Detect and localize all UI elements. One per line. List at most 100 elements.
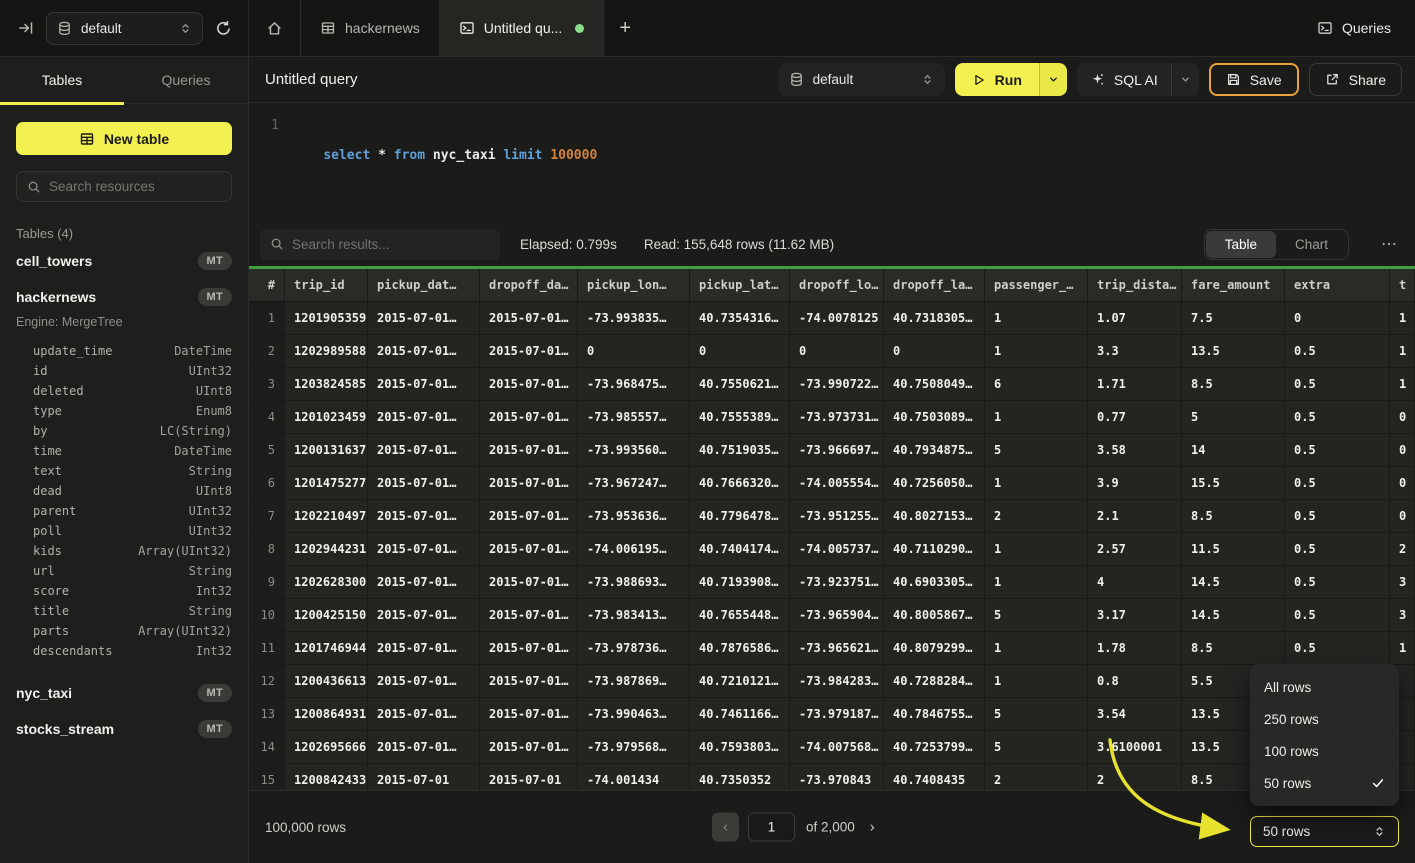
cell[interactable]: -73.979568… [578, 731, 690, 764]
cell[interactable]: 1203824585 [285, 368, 368, 401]
cell[interactable]: 40.7408435 [884, 764, 985, 790]
cell[interactable]: 2.1 [1088, 500, 1182, 533]
cell[interactable]: 0 [1285, 302, 1390, 335]
cell[interactable]: -74.006195… [578, 533, 690, 566]
cell[interactable]: 40.7666320… [690, 467, 790, 500]
new-table-button[interactable]: New table [16, 122, 232, 155]
cell[interactable]: -73.966697… [790, 434, 884, 467]
cell[interactable]: 2015-07-01 [480, 764, 578, 790]
page-number-input[interactable] [748, 813, 795, 842]
cell[interactable]: -73.951255… [790, 500, 884, 533]
tab-home[interactable] [249, 0, 301, 56]
cell[interactable]: 40.8079299… [884, 632, 985, 665]
cell[interactable]: 2 [985, 500, 1088, 533]
cell[interactable]: 1 [1390, 302, 1415, 335]
cell[interactable]: 2015-07-01… [480, 533, 578, 566]
cell[interactable]: 40.7508049… [884, 368, 985, 401]
cell[interactable]: -74.001434 [578, 764, 690, 790]
tab-hackernews[interactable]: hackernews [301, 0, 440, 56]
cell[interactable]: 8.5 [1182, 500, 1285, 533]
cell[interactable]: 1201023459 [285, 401, 368, 434]
cell[interactable]: 1 [985, 566, 1088, 599]
col-header-pickup-date[interactable]: pickup_dat… [368, 269, 480, 302]
cell[interactable]: 1.78 [1088, 632, 1182, 665]
cell[interactable]: 2015-07-01… [368, 665, 480, 698]
cell[interactable]: 3 [1390, 566, 1415, 599]
queries-button[interactable]: Queries [1317, 0, 1415, 56]
cell[interactable]: -73.993560… [578, 434, 690, 467]
resource-search[interactable] [16, 171, 232, 202]
cell[interactable]: 40.7503089… [884, 401, 985, 434]
sidebar-tab-queries[interactable]: Queries [124, 57, 248, 103]
sidebar-item-nyc-taxi[interactable]: nyc_taxi MT [0, 675, 248, 711]
cell[interactable]: 3 [1390, 599, 1415, 632]
cell[interactable]: -73.983413… [578, 599, 690, 632]
cell[interactable]: 40.7796478… [690, 500, 790, 533]
cell[interactable]: 1 [985, 533, 1088, 566]
cell[interactable]: 0.5 [1285, 335, 1390, 368]
cell[interactable]: 1201905359 [285, 302, 368, 335]
cell[interactable]: -73.965904… [790, 599, 884, 632]
cell[interactable]: 2015-07-01… [368, 434, 480, 467]
cell[interactable]: 1202695666 [285, 731, 368, 764]
cell[interactable]: 1202628300 [285, 566, 368, 599]
cell[interactable]: 40.6903305… [884, 566, 985, 599]
col-header-trip-distance[interactable]: trip_dista… [1088, 269, 1182, 302]
cell[interactable]: 2015-07-01… [368, 401, 480, 434]
sql-ai-button[interactable]: SQL AI [1077, 63, 1171, 96]
cell[interactable]: 0.5 [1285, 401, 1390, 434]
cell[interactable]: 40.7461166… [690, 698, 790, 731]
cell[interactable]: 2015-07-01… [480, 302, 578, 335]
cell[interactable]: 3.3 [1088, 335, 1182, 368]
cell[interactable]: 40.7934875… [884, 434, 985, 467]
collapse-sidebar-icon[interactable] [18, 20, 34, 36]
rows-menu-item[interactable]: 50 rows [1250, 767, 1399, 799]
next-page-button[interactable]: › [870, 819, 875, 836]
cell[interactable]: 40.7110290… [884, 533, 985, 566]
cell[interactable]: -73.990463… [578, 698, 690, 731]
refresh-icon[interactable] [215, 20, 232, 37]
cell[interactable]: 40.7655448… [690, 599, 790, 632]
col-header-pickup-lon[interactable]: pickup_lon… [578, 269, 690, 302]
cell[interactable]: 2015-07-01… [480, 467, 578, 500]
cell[interactable]: -73.973731… [790, 401, 884, 434]
sidebar-item-cell-towers[interactable]: cell_towers MT [0, 243, 248, 279]
cell[interactable]: 40.7519035… [690, 434, 790, 467]
cell[interactable]: 40.7354316… [690, 302, 790, 335]
cell[interactable]: 1.71 [1088, 368, 1182, 401]
cell[interactable]: 1 [985, 401, 1088, 434]
cell[interactable]: 2015-07-01… [368, 632, 480, 665]
cell[interactable]: 6 [985, 368, 1088, 401]
col-header-dropoff-lon[interactable]: dropoff_lo… [790, 269, 884, 302]
cell[interactable]: -74.005737… [790, 533, 884, 566]
cell[interactable]: 2015-07-01… [480, 335, 578, 368]
cell[interactable]: 40.7876586… [690, 632, 790, 665]
cell[interactable]: 2015-07-01… [480, 665, 578, 698]
cell[interactable]: -73.970843 [790, 764, 884, 790]
cell[interactable]: 2015-07-01… [480, 434, 578, 467]
cell[interactable]: -73.987869… [578, 665, 690, 698]
cell[interactable]: -73.993835… [578, 302, 690, 335]
rows-menu-item[interactable]: All rows [1250, 671, 1399, 703]
cell[interactable]: 40.7318305… [884, 302, 985, 335]
cell[interactable]: 13.5 [1182, 335, 1285, 368]
cell[interactable]: -73.965621… [790, 632, 884, 665]
cell[interactable]: 2015-07-01… [368, 368, 480, 401]
cell[interactable]: 0.77 [1088, 401, 1182, 434]
col-header-passenger[interactable]: passenger_… [985, 269, 1088, 302]
resource-search-input[interactable] [49, 179, 221, 194]
cell[interactable]: 3.17 [1088, 599, 1182, 632]
cell[interactable]: 1 [1390, 632, 1415, 665]
cell[interactable]: 2015-07-01… [480, 500, 578, 533]
cell[interactable]: -73.979187… [790, 698, 884, 731]
cell[interactable]: 2015-07-01… [368, 467, 480, 500]
cell[interactable]: 2015-07-01… [368, 533, 480, 566]
tab-untitled-query[interactable]: Untitled qu... [440, 0, 605, 56]
cell[interactable]: 40.7288284… [884, 665, 985, 698]
cell[interactable]: 2015-07-01… [368, 731, 480, 764]
cell[interactable]: 1202944231 [285, 533, 368, 566]
cell[interactable]: 2015-07-01… [480, 566, 578, 599]
cell[interactable]: -73.985557… [578, 401, 690, 434]
cell[interactable]: 8.5 [1182, 632, 1285, 665]
cell[interactable]: 4 [1088, 566, 1182, 599]
